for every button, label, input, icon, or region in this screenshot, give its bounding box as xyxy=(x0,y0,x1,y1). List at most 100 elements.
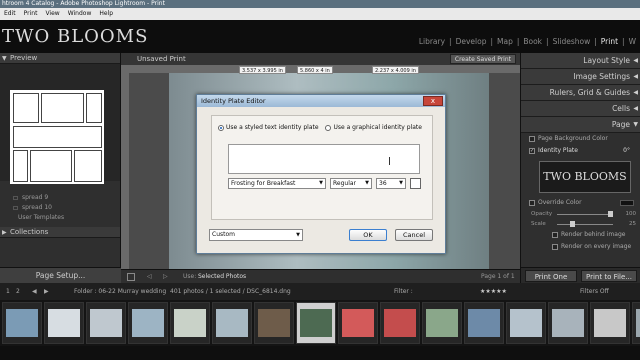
filmstrip-thumbnail[interactable] xyxy=(548,302,588,344)
slider-track[interactable] xyxy=(557,214,613,215)
thumbnail-image xyxy=(48,309,80,337)
page-2-button[interactable]: 2 xyxy=(16,288,20,295)
checkbox[interactable] xyxy=(552,232,558,238)
filters-off-selector[interactable]: Filters Off xyxy=(580,288,609,295)
render-behind-option[interactable]: Render behind image xyxy=(521,229,640,241)
menu-print[interactable]: Print xyxy=(20,8,42,20)
close-button[interactable]: x xyxy=(423,96,443,106)
filmstrip-thumbnail[interactable] xyxy=(44,302,84,344)
identity-plate-option[interactable]: ✓ Identity Plate 0° xyxy=(521,145,640,157)
filmstrip-thumbnail[interactable] xyxy=(86,302,126,344)
preview-panel-header[interactable]: ▼ Preview xyxy=(0,53,120,64)
preset-select[interactable]: Custom ▼ xyxy=(209,229,303,241)
opacity-value[interactable]: 100 xyxy=(626,209,637,219)
checkbox[interactable] xyxy=(552,244,558,250)
user-templates-folder[interactable]: User Templates xyxy=(0,213,120,223)
menu-help[interactable]: Help xyxy=(95,8,117,20)
module-library[interactable]: Library xyxy=(419,37,445,46)
styled-text-radio[interactable] xyxy=(218,124,224,131)
brand-logo[interactable]: TWO BLOOMS xyxy=(2,26,148,47)
back-icon[interactable]: ◀ xyxy=(32,288,37,295)
style-value: Regular xyxy=(333,180,357,187)
template-item[interactable]: spread 9 xyxy=(0,193,120,203)
cancel-button[interactable]: Cancel xyxy=(395,229,433,241)
checkbox[interactable] xyxy=(529,200,535,206)
identity-text-input[interactable] xyxy=(228,144,420,174)
section-layout-style[interactable]: Layout Style ◀ xyxy=(521,53,640,69)
filmstrip-thumbnail[interactable] xyxy=(632,302,640,344)
graphical-label[interactable]: Use a graphical identity plate xyxy=(333,124,421,131)
filmstrip-thumbnail[interactable] xyxy=(380,302,420,344)
page-setup-button[interactable]: Page Setup... xyxy=(0,267,121,283)
checkbox[interactable] xyxy=(529,136,535,142)
slider-thumb[interactable] xyxy=(569,221,575,227)
page-1-button[interactable]: 1 xyxy=(6,288,10,295)
page-view-icon[interactable] xyxy=(127,273,135,281)
render-every-option[interactable]: Render on every image xyxy=(521,241,640,253)
next-page-icon[interactable]: ▷ xyxy=(163,273,168,280)
chevron-down-icon: ▼ xyxy=(319,180,323,186)
module-map[interactable]: Map xyxy=(497,37,513,46)
section-rulers[interactable]: Rulers, Grid & Guides ◀ xyxy=(521,85,640,101)
filmstrip-thumbnail[interactable] xyxy=(212,302,252,344)
print-one-button[interactable]: Print One xyxy=(525,270,577,282)
filmstrip-thumbnail[interactable] xyxy=(422,302,462,344)
folder-source[interactable]: Folder : 06-22 Murray wedding xyxy=(74,288,166,295)
menu-view[interactable]: View xyxy=(41,8,63,20)
template-icon xyxy=(13,206,18,210)
section-cells[interactable]: Cells ◀ xyxy=(521,101,640,117)
cell-dimension-label: 2.237 x 4.009 in xyxy=(372,66,419,74)
slider-track[interactable] xyxy=(557,224,613,225)
font-select[interactable]: Frosting for Breakfast ▼ xyxy=(228,178,326,189)
preview-cell xyxy=(30,150,72,182)
slider-thumb[interactable] xyxy=(608,211,613,217)
filmstrip-thumbnail[interactable] xyxy=(254,302,294,344)
module-develop[interactable]: Develop xyxy=(456,37,487,46)
color-swatch[interactable] xyxy=(620,200,634,206)
filter-label: Filter : xyxy=(394,288,413,295)
menu-window[interactable]: Window xyxy=(64,8,96,20)
left-panel: ▼ Preview spread 9 spread 10 User Templat… xyxy=(0,53,121,283)
module-book[interactable]: Book xyxy=(523,37,542,46)
create-saved-print-button[interactable]: Create Saved Print xyxy=(449,54,516,64)
star-filter[interactable]: ★★★★★ xyxy=(480,288,507,295)
filmstrip-thumbnail[interactable] xyxy=(506,302,546,344)
template-item[interactable]: spread 10 xyxy=(0,203,120,213)
graphical-radio[interactable] xyxy=(325,124,332,131)
identity-angle[interactable]: 0° xyxy=(623,145,630,157)
filmstrip-thumbnail[interactable] xyxy=(128,302,168,344)
preview-cell xyxy=(86,93,102,123)
module-print[interactable]: Print xyxy=(601,37,618,46)
style-select[interactable]: Regular ▼ xyxy=(330,178,372,189)
print-to-file-button[interactable]: Print to File... xyxy=(581,270,637,282)
section-image-settings[interactable]: Image Settings ◀ xyxy=(521,69,640,85)
collections-panel-header[interactable]: ▶ Collections xyxy=(0,227,120,238)
scale-value[interactable]: 25 xyxy=(629,219,636,229)
section-page[interactable]: Page ▼ xyxy=(521,117,640,133)
filmstrip-thumbnail[interactable] xyxy=(590,302,630,344)
first-page-icon[interactable]: ◁ xyxy=(147,273,152,280)
photo-count: 401 photos / 1 selected / DSC_6814.dng xyxy=(170,288,291,295)
module-web[interactable]: W xyxy=(629,37,636,46)
filmstrip-thumbnail[interactable] xyxy=(296,302,336,344)
scale-slider[interactable]: Scale 25 xyxy=(521,219,640,229)
page-background-option[interactable]: Page Background Color xyxy=(521,133,640,145)
window-title: htroom 4 Catalog - Adobe Photoshop Light… xyxy=(2,0,165,7)
menu-edit[interactable]: Edit xyxy=(0,8,20,20)
thumbnail-image xyxy=(636,309,640,337)
filmstrip-thumbnail[interactable] xyxy=(338,302,378,344)
filmstrip-thumbnail[interactable] xyxy=(464,302,504,344)
module-slideshow[interactable]: Slideshow xyxy=(553,37,591,46)
filmstrip-thumbnail[interactable] xyxy=(170,302,210,344)
identity-plate-preview[interactable]: TWO BLOOMS xyxy=(539,161,631,193)
use-selector[interactable]: Selected Photos xyxy=(198,273,246,280)
size-select[interactable]: 36 ▼ xyxy=(376,178,406,189)
ok-button[interactable]: OK xyxy=(349,229,387,241)
opacity-slider[interactable]: Opacity 100 xyxy=(521,209,640,219)
checkbox-checked[interactable]: ✓ xyxy=(529,148,535,154)
styled-text-label[interactable]: Use a styled text identity plate xyxy=(226,124,319,131)
text-color-swatch[interactable] xyxy=(410,178,421,189)
forward-icon[interactable]: ▶ xyxy=(44,288,49,295)
filmstrip-thumbnail[interactable] xyxy=(2,302,42,344)
override-color-option[interactable]: Override Color xyxy=(521,197,640,209)
